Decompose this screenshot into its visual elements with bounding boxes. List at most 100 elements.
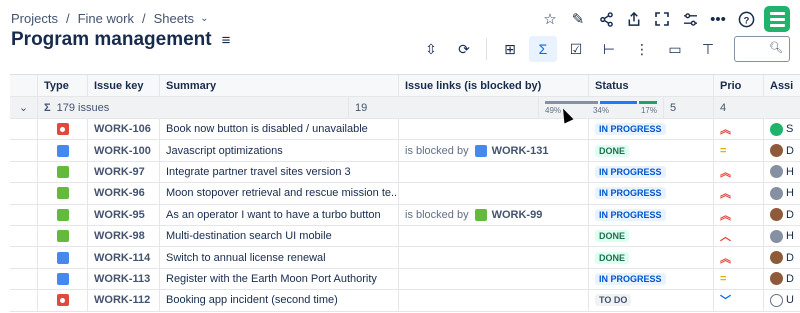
links-cell[interactable]: is blocked by WORK-131	[399, 140, 589, 161]
issue-key[interactable]: WORK-113	[94, 273, 150, 285]
issue-summary[interactable]: Switch to annual license renewal	[166, 252, 326, 264]
collapse-chevron-icon[interactable]: ⌄	[10, 97, 38, 118]
issue-summary[interactable]: Booking app incident (second time)	[166, 294, 338, 306]
issue-summary[interactable]: Register with the Earth Moon Port Author…	[166, 273, 377, 285]
row-height-icon[interactable]: ⇳	[417, 36, 445, 62]
key-cell[interactable]: WORK-96	[88, 183, 160, 204]
status-cell[interactable]: IN PROGRESS	[589, 161, 714, 183]
status-badge[interactable]: DONE	[595, 144, 630, 157]
issue-summary[interactable]: Javascript optimizations	[166, 145, 283, 157]
row-handle[interactable]	[10, 161, 38, 183]
summary-cell[interactable]: Register with the Earth Moon Port Author…	[160, 268, 399, 290]
status-badge[interactable]: IN PROGRESS	[595, 123, 666, 136]
summary-cell[interactable]: Javascript optimizations	[160, 140, 399, 161]
row-handle[interactable]	[10, 119, 38, 140]
status-badge[interactable]: IN PROGRESS	[595, 165, 666, 178]
add-issue-icon[interactable]: ⊞	[496, 36, 524, 62]
summary-cell[interactable]: Multi-destination search UI mobile	[160, 225, 399, 247]
issue-key[interactable]: WORK-97	[94, 166, 145, 178]
row-handle[interactable]	[10, 183, 38, 204]
issue-summary[interactable]: Integrate partner travel sites version 3	[166, 166, 351, 178]
status-badge[interactable]: IN PROGRESS	[595, 208, 666, 221]
status-badge[interactable]: IN PROGRESS	[595, 272, 666, 285]
table-row[interactable]: WORK-106 Book now button is disabled / u…	[10, 119, 800, 141]
status-cell[interactable]: IN PROGRESS	[589, 268, 714, 290]
help-icon[interactable]: ?	[732, 5, 760, 33]
assignee-cell[interactable]: H	[764, 226, 800, 246]
column-header-links[interactable]: Issue links (is blocked by)	[399, 75, 589, 96]
assignee-cell[interactable]: S	[764, 119, 800, 139]
breadcrumb-fine-work[interactable]: Fine work	[78, 11, 134, 26]
table-row[interactable]: WORK-114 Switch to annual license renewa…	[10, 247, 800, 269]
hierarchy-icon[interactable]: ⊢	[595, 36, 623, 62]
prio-cell[interactable]: ︽	[714, 204, 764, 225]
key-cell[interactable]: WORK-106	[88, 119, 160, 140]
status-badge[interactable]: TO DO	[595, 294, 632, 307]
table-row[interactable]: WORK-97 Integrate partner travel sites v…	[10, 161, 800, 184]
table-row[interactable]: WORK-98 Multi-destination search UI mobi…	[10, 225, 800, 248]
summary-cell[interactable]: Book now button is disabled / unavailabl…	[160, 119, 399, 140]
links-cell[interactable]	[399, 290, 589, 311]
issue-summary[interactable]: Multi-destination search UI mobile	[166, 230, 332, 242]
refresh-icon[interactable]: ⟳	[450, 36, 478, 62]
share-icon[interactable]	[592, 5, 620, 33]
assignee-cell[interactable]: D	[764, 205, 800, 225]
assignee-cell[interactable]: D	[764, 140, 800, 160]
links-cell[interactable]	[399, 268, 589, 290]
chevron-down-icon[interactable]: ⌄	[200, 13, 208, 24]
links-cell[interactable]	[399, 119, 589, 140]
issue-key[interactable]: WORK-96	[94, 187, 145, 199]
summary-cell[interactable]: Switch to annual license renewal	[160, 247, 399, 268]
blocked-by-key[interactable]: WORK-131	[492, 145, 549, 157]
sum-icon[interactable]: Σ	[529, 36, 557, 62]
key-cell[interactable]: WORK-95	[88, 204, 160, 225]
prio-cell[interactable]: ︽	[714, 119, 764, 140]
breadcrumb-sheets[interactable]: Sheets	[154, 11, 194, 26]
summary-cell[interactable]: Integrate partner travel sites version 3	[160, 161, 399, 183]
status-cell[interactable]: DONE	[589, 225, 714, 247]
prio-cell[interactable]: =	[714, 268, 764, 290]
prio-cell[interactable]: =	[714, 140, 764, 161]
issue-key[interactable]: WORK-114	[94, 252, 150, 264]
app-logo-icon[interactable]	[764, 6, 790, 32]
prio-cell[interactable]: ︽	[714, 161, 764, 183]
key-cell[interactable]: WORK-114	[88, 247, 160, 268]
blocked-by-key[interactable]: WORK-99	[492, 209, 543, 221]
search-input[interactable]: 🔍︎	[734, 36, 790, 62]
summary-cell[interactable]: Moon stopover retrieval and rescue missi…	[160, 183, 399, 204]
breadcrumb-projects[interactable]: Projects	[11, 11, 58, 26]
column-header-summary[interactable]: Summary	[160, 75, 399, 96]
assignee-cell[interactable]: U	[764, 290, 800, 310]
settings-sliders-icon[interactable]	[676, 5, 704, 33]
assignee-cell[interactable]: D	[764, 247, 800, 267]
star-icon[interactable]: ☆	[536, 5, 564, 33]
menu-icon[interactable]: ≡	[222, 32, 231, 49]
links-cell[interactable]	[399, 247, 589, 268]
issue-key[interactable]: WORK-112	[94, 294, 150, 306]
prio-cell[interactable]: ︽	[714, 247, 764, 268]
issue-key[interactable]: WORK-100	[94, 145, 151, 157]
key-cell[interactable]: WORK-112	[88, 290, 160, 311]
assignee-cell[interactable]: H	[764, 183, 800, 203]
prio-cell[interactable]: ︿	[714, 225, 764, 247]
row-handle[interactable]	[10, 225, 38, 247]
table-row[interactable]: WORK-113 Register with the Earth Moon Po…	[10, 268, 800, 291]
summary-cell[interactable]: Booking app incident (second time)	[160, 290, 399, 311]
layers-icon[interactable]: ▭	[661, 36, 689, 62]
key-cell[interactable]: WORK-98	[88, 225, 160, 247]
row-handle[interactable]	[10, 247, 38, 268]
table-row[interactable]: WORK-95 As an operator I want to have a …	[10, 204, 800, 226]
summary-cell[interactable]: As an operator I want to have a turbo bu…	[160, 204, 399, 225]
row-handle[interactable]	[10, 204, 38, 225]
key-cell[interactable]: WORK-97	[88, 161, 160, 183]
status-cell[interactable]: IN PROGRESS	[589, 204, 714, 225]
column-header-type[interactable]: Type	[38, 75, 88, 96]
edit-icon[interactable]: ✎	[564, 5, 592, 33]
links-cell[interactable]	[399, 225, 589, 247]
status-cell[interactable]: IN PROGRESS	[589, 183, 714, 204]
table-row[interactable]: WORK-96 Moon stopover retrieval and resc…	[10, 183, 800, 205]
issue-summary[interactable]: Moon stopover retrieval and rescue missi…	[166, 187, 398, 199]
column-header-assignee[interactable]: Assi	[764, 75, 800, 96]
status-cell[interactable]: DONE	[589, 140, 714, 161]
issue-key[interactable]: WORK-95	[94, 209, 145, 221]
